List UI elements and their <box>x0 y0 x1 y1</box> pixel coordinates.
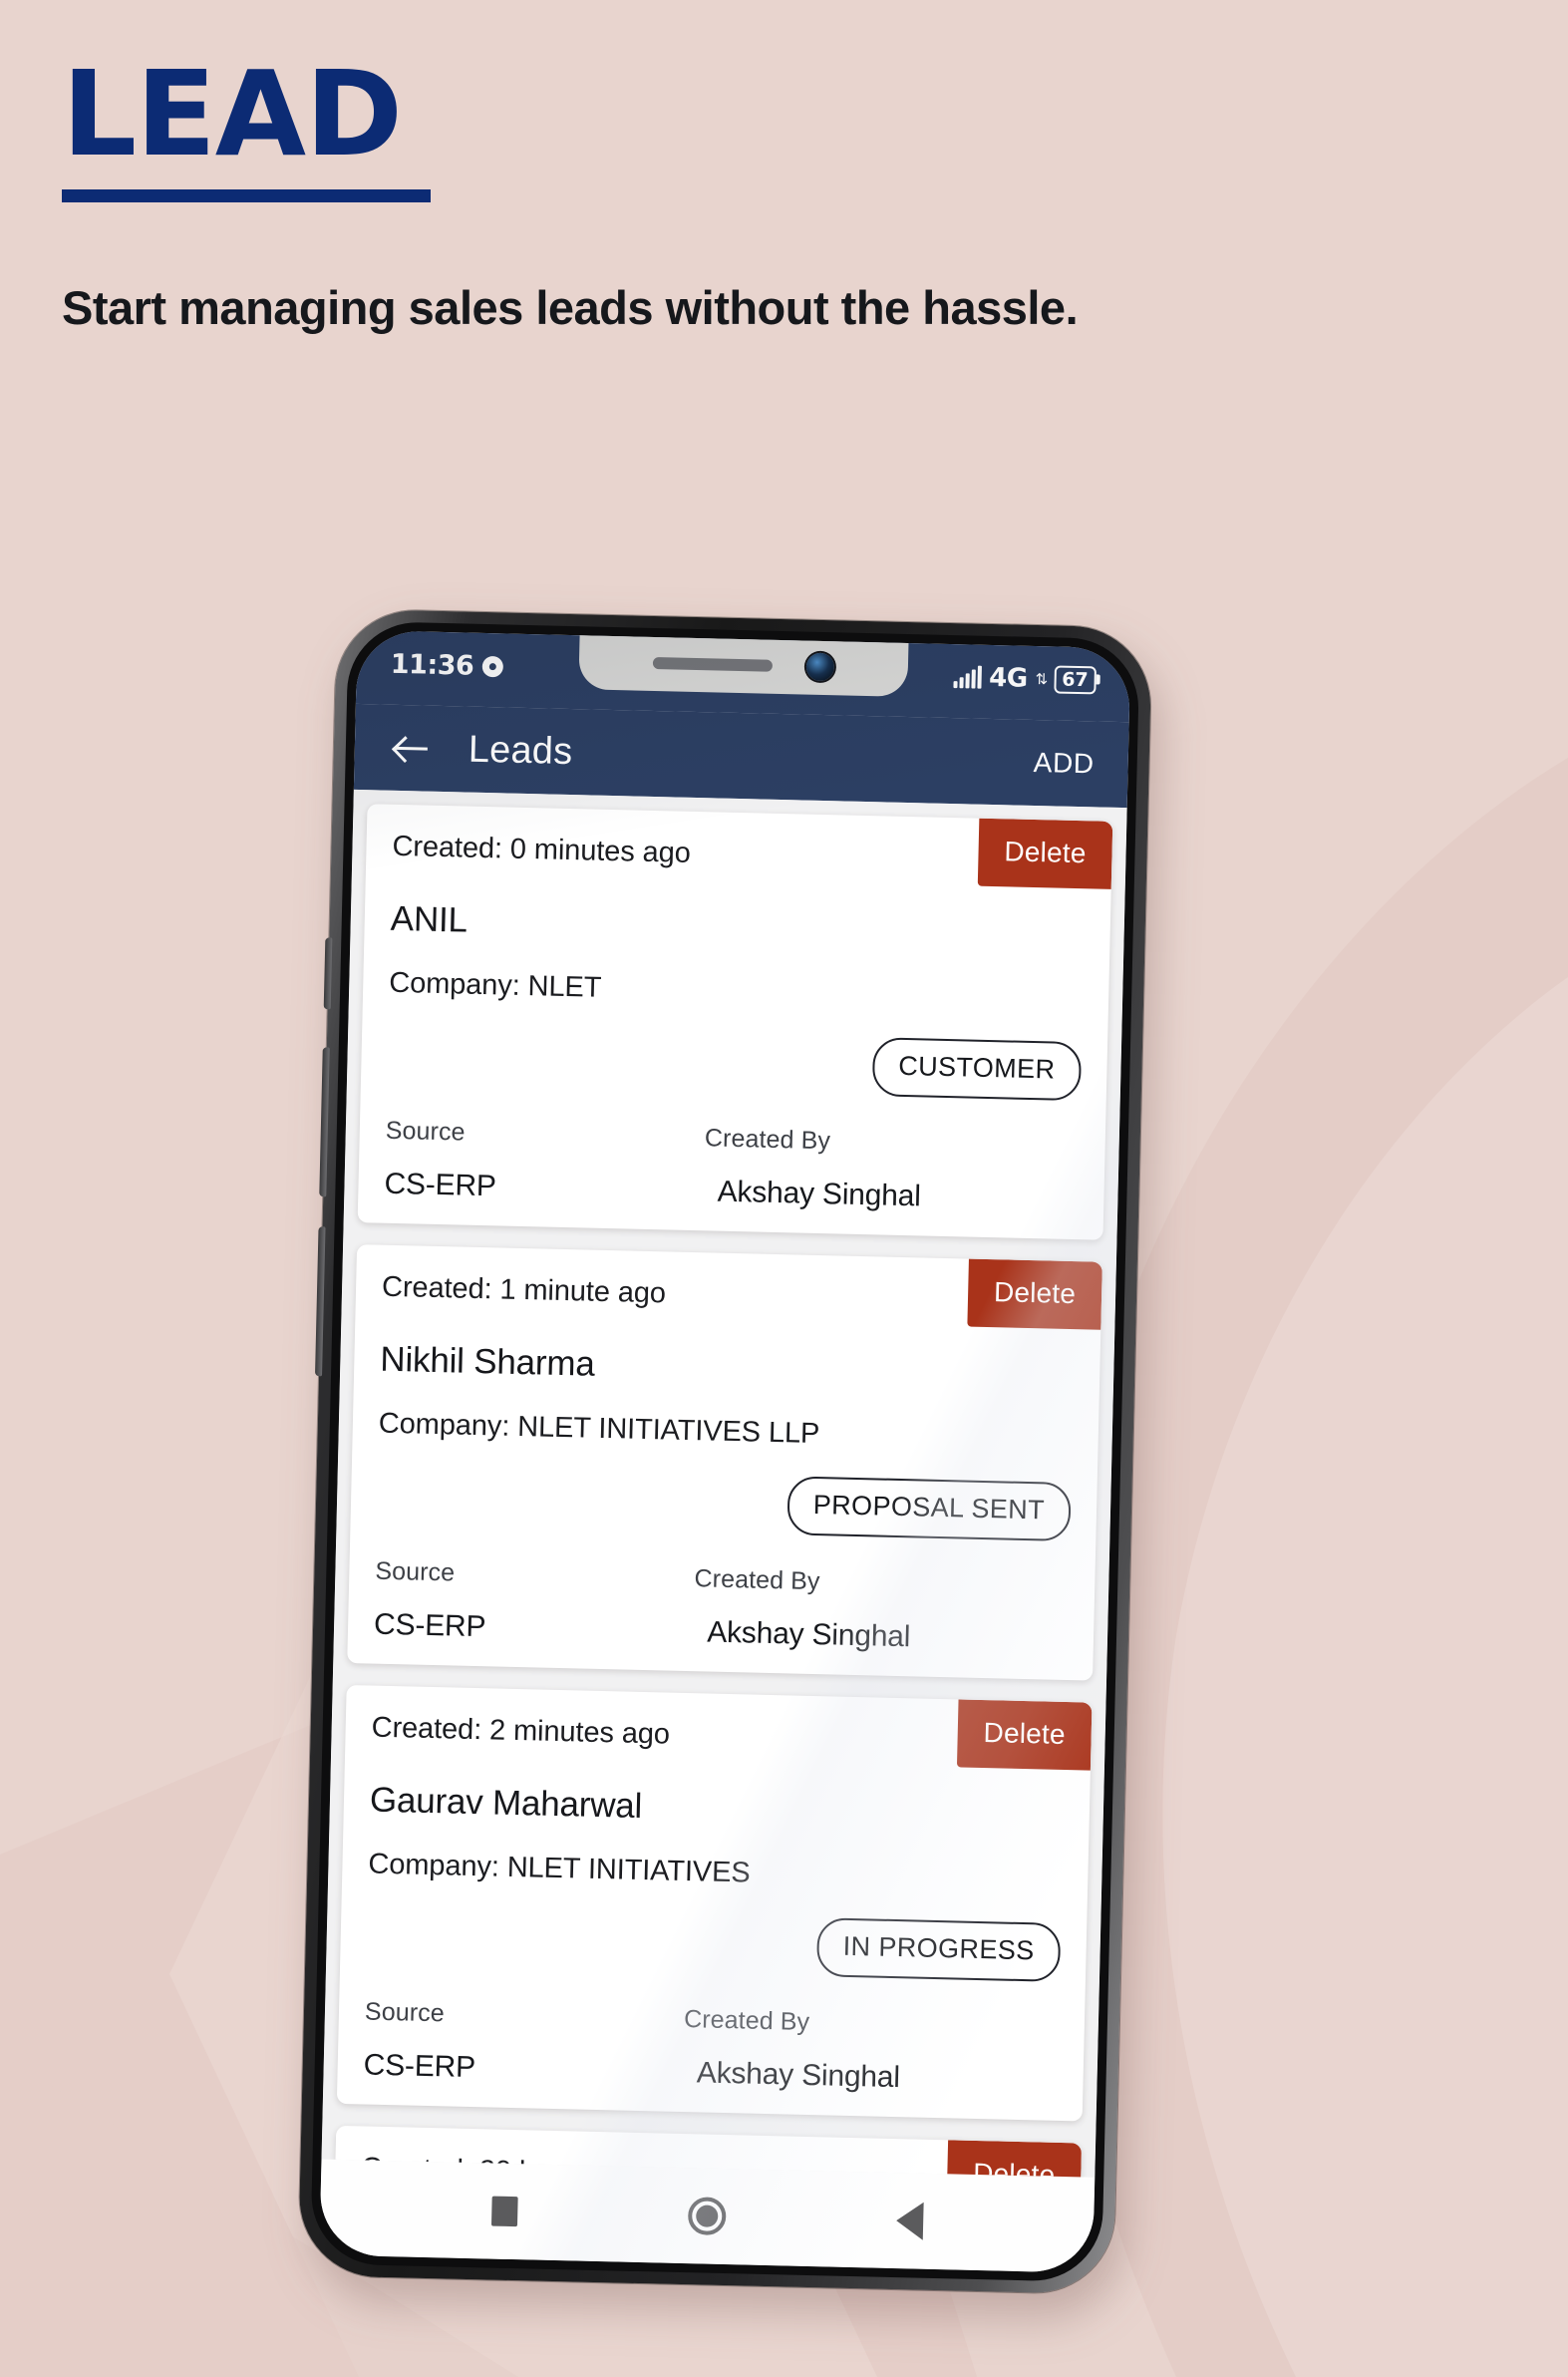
status-badge[interactable]: CUSTOMER <box>871 1037 1083 1102</box>
delete-button[interactable]: Delete <box>956 1699 1093 1771</box>
speaker-grill <box>652 656 774 672</box>
lead-status-row: IN PROGRESS <box>366 1907 1062 1982</box>
circle-home-icon[interactable] <box>687 2197 727 2236</box>
source-label: Source <box>385 1116 466 1147</box>
lead-status-row: PROPOSAL SENT <box>376 1467 1072 1542</box>
page-title: LEAD <box>62 45 403 182</box>
source-value: CS-ERP <box>363 2048 476 2085</box>
lead-footer: Source CS-ERP Created By Akshay Singhal <box>363 1998 1059 2099</box>
phone-frame: 11:36 4G ⇅ 67 Leads ADD Delete Created: … <box>297 608 1152 2295</box>
lead-name: Gaurav Maharwal <box>369 1780 643 1826</box>
source-label: Source <box>375 1556 456 1587</box>
delete-button[interactable]: Delete <box>946 2140 1083 2178</box>
created-by-label: Created By <box>683 2005 810 2037</box>
created-by-label: Created By <box>704 1124 831 1156</box>
created-by-value: Akshay Singhal <box>706 1615 911 1654</box>
lead-source-column: Source CS-ERP <box>363 1998 670 2090</box>
phone-screen: 11:36 4G ⇅ 67 Leads ADD Delete Created: … <box>319 629 1131 2273</box>
title-underline <box>62 189 431 203</box>
status-bar-right: 4G ⇅ 67 <box>952 662 1097 695</box>
network-type-label: 4G <box>988 662 1028 694</box>
created-by-label: Created By <box>694 1564 820 1596</box>
lead-created-by-column: Created By Akshay Singhal <box>689 1124 922 1213</box>
lead-company: Company: NLET INITIATIVES <box>368 1848 751 1889</box>
lead-footer: Source CS-ERP Created By Akshay Singhal <box>374 1557 1070 1658</box>
delete-button[interactable]: Delete <box>977 818 1113 889</box>
front-camera-icon <box>805 652 835 682</box>
lead-company: Company: NLET <box>388 966 602 1004</box>
triangle-back-icon[interactable] <box>895 2202 924 2240</box>
source-value: CS-ERP <box>373 1607 486 1644</box>
lead-list[interactable]: Delete Created: 0 minutes ago ANIL Compa… <box>321 789 1127 2178</box>
source-label: Source <box>364 1997 446 2028</box>
promo-block: LEAD Start managing sales leads without … <box>62 45 1079 335</box>
status-badge[interactable]: IN PROGRESS <box>816 1917 1062 1982</box>
status-time: 11:36 <box>390 648 474 682</box>
alarm-icon <box>482 655 504 678</box>
lead-source-column: Source CS-ERP <box>384 1117 691 1208</box>
square-recents-icon[interactable] <box>490 2196 518 2227</box>
notch-island <box>578 633 909 697</box>
lead-card[interactable]: Delete Created: 1 minute ago Nikhil Shar… <box>347 1244 1102 1681</box>
data-transfer-icon: ⇅ <box>1035 669 1047 688</box>
created-by-value: Akshay Singhal <box>717 1175 922 1213</box>
status-badge[interactable]: PROPOSAL SENT <box>786 1476 1072 1542</box>
lead-footer: Source CS-ERP Created By Akshay Singhal <box>384 1117 1080 1217</box>
android-nav-bar <box>319 2159 1096 2273</box>
lead-created-by-column: Created By Akshay Singhal <box>668 2005 901 2095</box>
add-lead-button[interactable]: ADD <box>1029 739 1098 789</box>
arrow-left-icon[interactable] <box>390 727 433 770</box>
lead-created-by-column: Created By Akshay Singhal <box>679 1564 912 1654</box>
created-by-value: Akshay Singhal <box>696 2056 901 2095</box>
lead-card[interactable]: Delete Created: 2 minutes ago Gaurav Mah… <box>336 1684 1093 2122</box>
lead-source-column: Source CS-ERP <box>374 1557 681 1649</box>
lead-card[interactable]: Delete Created: 0 minutes ago ANIL Compa… <box>357 804 1113 1240</box>
lead-name: ANIL <box>390 898 469 940</box>
source-value: CS-ERP <box>384 1167 497 1203</box>
status-bar-left: 11:36 <box>390 648 504 683</box>
lead-name: Nikhil Sharma <box>379 1339 596 1384</box>
lead-status-row: CUSTOMER <box>387 1026 1083 1102</box>
phone-side-button-mute[interactable] <box>323 937 333 1010</box>
battery-indicator: 67 <box>1053 665 1097 695</box>
phone-mockup: 11:36 4G ⇅ 67 Leads ADD Delete Created: … <box>297 608 1164 2322</box>
promo-subtitle: Start managing sales leads without the h… <box>62 281 1079 335</box>
app-bar-title: Leads <box>468 728 573 773</box>
lead-company: Company: NLET INITIATIVES LLP <box>378 1407 820 1451</box>
phone-bezel: 11:36 4G ⇅ 67 Leads ADD Delete Created: … <box>310 620 1140 2282</box>
signal-bars-icon <box>952 665 982 689</box>
delete-button[interactable]: Delete <box>967 1258 1102 1330</box>
